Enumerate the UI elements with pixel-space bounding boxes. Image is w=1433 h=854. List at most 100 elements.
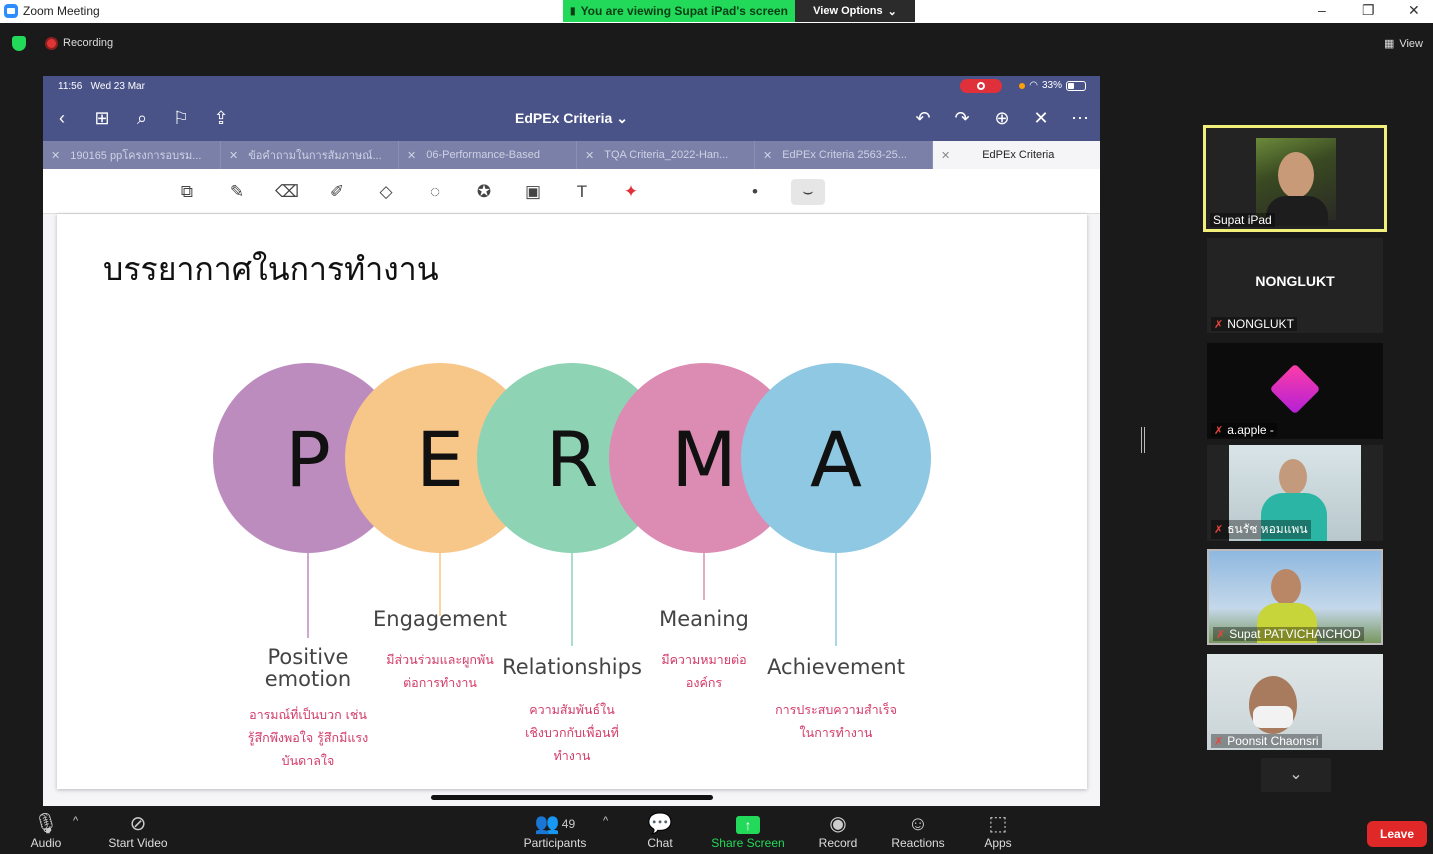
tab-4[interactable]: ✕ TQA Criteria_2022-Han... xyxy=(577,141,755,169)
participant-tile-active[interactable]: Supat iPad xyxy=(1203,125,1387,232)
zoom-logo-icon xyxy=(4,4,18,18)
goodnotes-navbar: ‹ ⊞ ⌕ ⚐ ⇪ EdPEx Criteria ⌄ ↶ ↷ ⊕ ✕ ⋯ xyxy=(43,96,1100,141)
document-tabs: ✕ 190165 ppโครงการอบรม... ✕ ข้อคำถามในการส… xyxy=(43,141,1100,169)
start-video-button[interactable]: ⊘ Start Video xyxy=(103,812,173,850)
view-options-button[interactable]: View Options ⌄ xyxy=(795,0,915,22)
participant-video xyxy=(1256,138,1336,226)
gallery-next-button[interactable]: ⌄ xyxy=(1261,758,1331,792)
participant-name: ✗ NONGLUKT xyxy=(1211,317,1297,331)
grid-icon: ▦ xyxy=(1383,38,1395,50)
perma-word: Meaning xyxy=(659,607,749,631)
tab-close-icon[interactable]: ✕ xyxy=(763,149,772,162)
perma-letter: M xyxy=(671,415,737,504)
reactions-button[interactable]: ☺ Reactions xyxy=(888,812,948,850)
battery-percent: 33% xyxy=(1041,80,1062,91)
text-icon[interactable]: T xyxy=(569,179,595,205)
mic-indicator-icon xyxy=(1019,82,1026,89)
tab-close-icon[interactable]: ✕ xyxy=(407,149,416,162)
home-indicator[interactable] xyxy=(431,795,713,800)
tab-1[interactable]: ✕ 190165 ppโครงการอบรม... xyxy=(43,141,221,169)
participant-name: Supat iPad xyxy=(1210,213,1275,227)
recording-label[interactable]: Recording xyxy=(63,37,113,49)
record-label: Record xyxy=(818,836,858,850)
participant-name: ✗ Poonsit Chaonsri xyxy=(1211,734,1322,748)
status-right: ◠ 33% xyxy=(1019,80,1086,91)
view-options-label: View Options xyxy=(813,5,883,17)
drawing-toolbar: ⧉ ✎ ⌫ ✐ ◇ ◌ ✪ ▣ T ✦ • ⌣ xyxy=(43,169,1100,214)
chat-label: Chat xyxy=(647,836,673,850)
perma-letter: E xyxy=(416,415,464,504)
audio-button[interactable]: 🎙 Audio xyxy=(22,812,70,850)
eraser-icon[interactable]: ⌫ xyxy=(274,179,300,205)
undo-icon[interactable]: ↶ xyxy=(912,107,934,129)
minimize-button[interactable]: – xyxy=(1318,2,1326,18)
audio-options-chevron[interactable]: ^ xyxy=(73,815,78,827)
screen-share-icon: ▮ xyxy=(570,5,576,17)
elements-icon[interactable]: ✪ xyxy=(471,179,497,205)
record-button[interactable]: ◉ Record xyxy=(815,812,861,850)
add-page-icon[interactable]: ⊕ xyxy=(991,107,1013,129)
participants-icon: 👥 49 xyxy=(534,813,576,835)
image-icon[interactable]: ▣ xyxy=(520,179,546,205)
tab-active[interactable]: ✕ EdPEx Criteria xyxy=(933,141,1098,169)
microphone-icon: 🎙 xyxy=(33,813,59,835)
cube-logo-icon xyxy=(1269,363,1321,415)
chevron-down-icon: ⌄ xyxy=(1289,766,1303,783)
perma-thai-description: มีความหมายต่อ xyxy=(661,652,746,667)
share-screen-button[interactable]: ↑ Share Screen xyxy=(710,812,786,850)
participant-name: ✗ Supat PATVICHAICHOD xyxy=(1213,627,1364,641)
perma-thai-description: อารมณ์ที่เป็นบวก เช่น xyxy=(249,706,367,722)
share-screen-icon: ↑ xyxy=(710,812,786,836)
tab-close-icon[interactable]: ✕ xyxy=(585,149,594,162)
participant-tile[interactable]: ✗ ธนรัช หอมแพน xyxy=(1207,445,1383,541)
tab-5[interactable]: ✕ EdPEx Criteria 2563-25... xyxy=(755,141,933,169)
mic-muted-icon: ✗ xyxy=(1214,735,1224,748)
participants-label: Participants xyxy=(523,836,587,850)
screen-recording-icon xyxy=(960,79,1002,93)
panel-resize-handle[interactable] xyxy=(1141,427,1145,453)
participants-count: 49 xyxy=(561,817,576,831)
shapes-icon[interactable]: ◇ xyxy=(373,179,399,205)
tab-2[interactable]: ✕ ข้อคำถามในการสัมภาษณ์... xyxy=(221,141,399,169)
leave-button[interactable]: Leave xyxy=(1367,821,1427,847)
laser-pointer-icon[interactable]: ✦ xyxy=(618,179,644,205)
view-label: View xyxy=(1399,37,1423,50)
pen-icon[interactable]: ✎ xyxy=(224,179,250,205)
close-button[interactable]: ✕ xyxy=(1408,2,1420,19)
smiley-icon: ☺ xyxy=(907,813,929,835)
stroke-size-icon[interactable]: • xyxy=(742,179,768,205)
participant-tile[interactable]: ✗ Poonsit Chaonsri xyxy=(1207,654,1383,750)
reader-icon[interactable]: ⧉ xyxy=(174,179,200,205)
tab-close-icon[interactable]: ✕ xyxy=(51,149,60,162)
participant-tile[interactable]: ✗ a.apple - xyxy=(1207,343,1383,439)
restore-button[interactable]: ❐ xyxy=(1362,2,1375,19)
lasso-icon[interactable]: ◌ xyxy=(422,179,448,205)
recording-icon xyxy=(45,37,58,50)
view-button[interactable]: ▦ View xyxy=(1383,37,1423,51)
participant-tile[interactable]: ✗ Supat PATVICHAICHOD xyxy=(1207,549,1383,645)
apps-icon: ⬚ xyxy=(988,813,1008,835)
chat-button[interactable]: 💬 Chat xyxy=(640,812,680,850)
perma-word: emotion xyxy=(265,667,351,691)
redo-icon[interactable]: ↷ xyxy=(951,107,973,129)
tab-3[interactable]: ✕ 06-Performance-Based xyxy=(399,141,577,169)
highlighter-icon[interactable]: ✐ xyxy=(324,179,350,205)
more-icon[interactable]: ⋯ xyxy=(1069,107,1091,129)
mic-muted-icon: ✗ xyxy=(1214,524,1224,536)
close-icon[interactable]: ✕ xyxy=(1030,107,1052,129)
meeting-infobar: Recording ▦ View xyxy=(0,23,1433,63)
perma-thai-description: องค์กร xyxy=(686,675,723,690)
tab-close-icon[interactable]: ✕ xyxy=(941,149,950,162)
apps-button[interactable]: ⬚ Apps xyxy=(980,812,1016,850)
participant-center-name: NONGLUKT xyxy=(1255,273,1335,289)
chat-icon: 💬 xyxy=(647,813,673,835)
share-banner: ▮ You are viewing Supat iPad's screen xyxy=(563,0,795,22)
participants-options-chevron[interactable]: ^ xyxy=(603,815,608,827)
stroke-style-icon[interactable]: ⌣ xyxy=(791,179,825,205)
shield-icon[interactable] xyxy=(12,36,26,51)
document-title[interactable]: EdPEx Criteria ⌄ xyxy=(43,110,1100,127)
participant-tile[interactable]: NONGLUKT ✗ NONGLUKT xyxy=(1207,238,1383,333)
meeting-controls: 🎙 Audio ^ ⊘ Start Video 👥 49 Participants… xyxy=(0,806,1433,854)
tab-close-icon[interactable]: ✕ xyxy=(229,149,238,162)
participants-button[interactable]: 👥 49 Participants xyxy=(518,812,592,850)
